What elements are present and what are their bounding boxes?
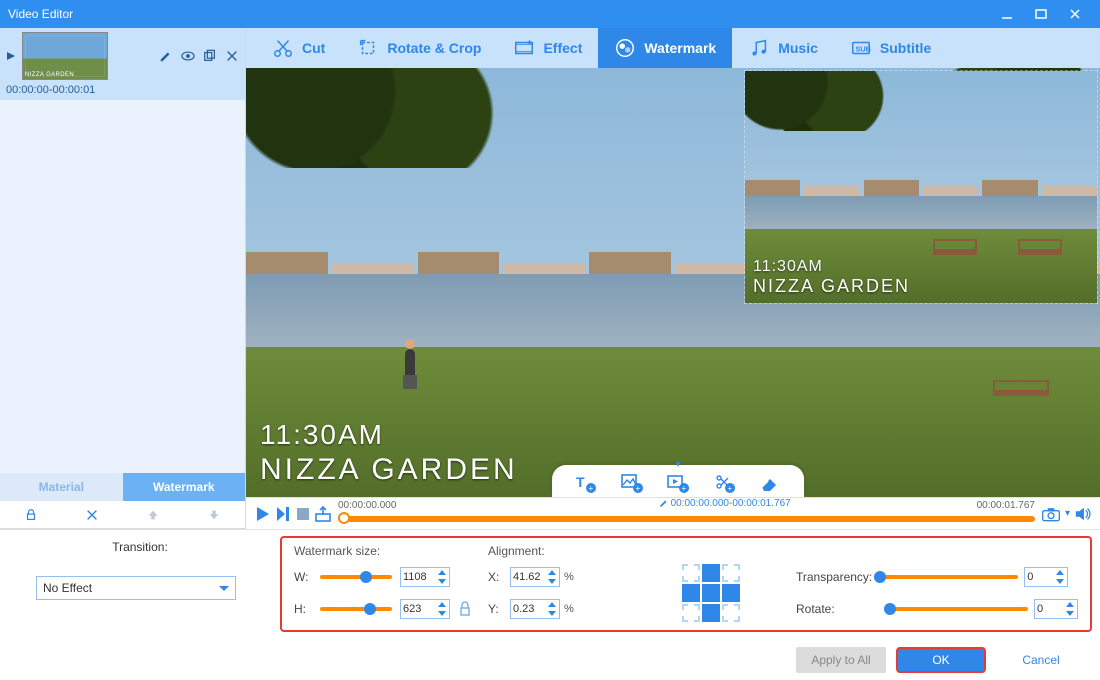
stop-button[interactable] xyxy=(294,505,312,523)
timeline-bar: 00:00:00.000 00:00:00.000-00:00:01.767 0… xyxy=(246,497,1100,529)
watermark-icon xyxy=(614,37,636,59)
tab-effect[interactable]: Effect xyxy=(497,28,598,68)
export-frame-button[interactable] xyxy=(314,505,332,523)
y-spinner[interactable] xyxy=(510,599,560,619)
tab-rotate-crop[interactable]: Rotate & Crop xyxy=(341,28,497,68)
cancel-button[interactable]: Cancel xyxy=(996,647,1086,673)
effect-icon xyxy=(513,37,535,59)
left-tab-material[interactable]: Material xyxy=(0,473,123,501)
delete-button[interactable] xyxy=(61,501,122,528)
window-title: Video Editor xyxy=(8,7,990,21)
lock-button[interactable] xyxy=(0,501,61,528)
tab-watermark[interactable]: Watermark xyxy=(598,28,732,68)
svg-text:T: T xyxy=(576,474,585,490)
visibility-icon[interactable] xyxy=(181,49,195,63)
cut-icon xyxy=(272,37,294,59)
settings-panel: Transition: No Effect Watermark size: Al… xyxy=(0,529,1100,640)
remove-clip-icon[interactable] xyxy=(225,49,239,63)
transition-select[interactable]: No Effect xyxy=(36,576,236,600)
close-window-button[interactable] xyxy=(1058,0,1092,28)
spin-down-icon[interactable] xyxy=(435,577,449,586)
left-panel: NIZZA GARDEN 00:00:00-00:00:01 Material … xyxy=(0,28,246,529)
rotate-slider[interactable] xyxy=(888,607,1028,611)
timeline-edit-range[interactable]: 00:00:00.000-00:00:01.767 xyxy=(659,498,791,509)
transparency-slider[interactable] xyxy=(878,575,1018,579)
svg-text:+: + xyxy=(728,484,733,493)
minimize-button[interactable] xyxy=(990,0,1024,28)
width-spinner[interactable] xyxy=(400,567,450,587)
rotate-crop-icon xyxy=(357,37,379,59)
apply-to-all-button[interactable]: Apply to All xyxy=(796,647,886,673)
volume-button[interactable] xyxy=(1074,505,1092,523)
timeline-track[interactable]: 00:00:00.000 00:00:00.000-00:00:01.767 0… xyxy=(338,502,1035,526)
transparency-label: Transparency: xyxy=(796,570,872,584)
timeline-start-time: 00:00:00.000 xyxy=(338,500,396,511)
erase-watermark-button[interactable] xyxy=(758,471,782,495)
step-button[interactable] xyxy=(274,505,292,523)
timeline-end-time: 00:00:01.767 xyxy=(977,500,1035,511)
height-slider[interactable] xyxy=(320,607,392,611)
svg-text:+: + xyxy=(682,484,687,493)
play-button[interactable] xyxy=(254,505,272,523)
left-tab-watermark[interactable]: Watermark xyxy=(123,473,246,501)
tab-cut[interactable]: Cut xyxy=(256,28,341,68)
add-text-watermark-button[interactable]: T+ xyxy=(574,471,598,495)
subtitle-icon: SUB xyxy=(850,37,872,59)
rotate-label: Rotate: xyxy=(796,602,882,616)
transition-label: Transition: xyxy=(16,540,264,554)
timeline-playhead[interactable] xyxy=(338,512,350,524)
watermark-toolstrip: ▾ T+ + + + xyxy=(552,465,804,497)
aspect-lock-icon[interactable] xyxy=(458,599,472,619)
clip-thumbnail[interactable]: NIZZA GARDEN xyxy=(22,32,108,80)
clip-time-range: 00:00:00-00:00:01 xyxy=(0,82,245,100)
footer-buttons: Apply to All OK Cancel xyxy=(0,640,1100,680)
maximize-button[interactable] xyxy=(1024,0,1058,28)
video-preview[interactable]: 11:30AM NIZZA GARDEN 11:30 xyxy=(246,68,1100,497)
svg-text:+: + xyxy=(636,484,641,493)
title-bar: Video Editor xyxy=(0,0,1100,28)
alignment-grid[interactable] xyxy=(682,564,740,622)
width-slider[interactable] xyxy=(320,575,392,579)
toolstrip-handle-icon[interactable]: ▾ xyxy=(676,459,681,470)
edit-clip-icon[interactable] xyxy=(159,49,173,63)
play-indicator-icon xyxy=(6,51,16,61)
add-shape-watermark-button[interactable]: + xyxy=(712,471,736,495)
move-down-button[interactable] xyxy=(184,501,245,528)
snapshot-button[interactable] xyxy=(1041,505,1061,523)
main-watermark-text: 11:30AM NIZZA GARDEN xyxy=(260,419,518,487)
watermark-overlay[interactable]: 11:30AM NIZZA GARDEN xyxy=(744,70,1098,304)
duplicate-icon[interactable] xyxy=(203,49,217,63)
svg-text:SUB: SUB xyxy=(855,45,870,54)
ok-button[interactable]: OK xyxy=(896,647,986,673)
rotate-spinner[interactable] xyxy=(1034,599,1078,619)
transparency-spinner[interactable] xyxy=(1024,567,1068,587)
spin-up-icon[interactable] xyxy=(435,568,449,577)
move-up-button[interactable] xyxy=(123,501,184,528)
add-video-watermark-button[interactable]: + xyxy=(666,471,690,495)
music-icon xyxy=(748,37,770,59)
tab-music[interactable]: Music xyxy=(732,28,834,68)
x-spinner[interactable] xyxy=(510,567,560,587)
tab-subtitle[interactable]: SUB Subtitle xyxy=(834,28,947,68)
svg-text:+: + xyxy=(589,484,594,493)
watermark-settings-panel: Watermark size: Alignment: W: X: xyxy=(280,536,1092,632)
add-image-watermark-button[interactable]: + xyxy=(620,471,644,495)
top-tab-bar: Cut Rotate & Crop Effect Watermark Music xyxy=(246,28,1100,68)
alignment-header: Alignment: xyxy=(488,544,668,558)
height-spinner[interactable] xyxy=(400,599,450,619)
watermark-size-header: Watermark size: xyxy=(294,544,474,558)
